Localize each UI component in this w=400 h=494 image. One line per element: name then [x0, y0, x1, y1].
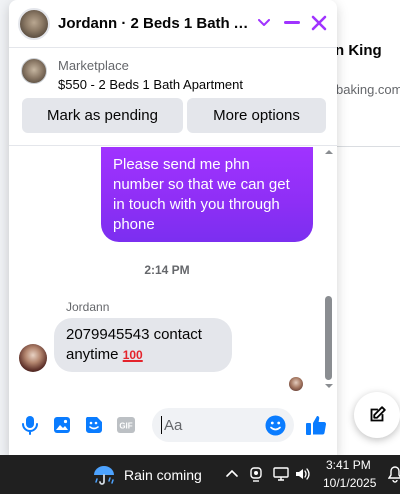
scroll-up-icon[interactable]	[325, 148, 333, 156]
listing-avatar[interactable]	[18, 8, 50, 40]
volume-icon[interactable]	[294, 465, 312, 483]
svg-text:GIF: GIF	[119, 422, 132, 431]
notification-bell-icon[interactable]	[388, 465, 400, 483]
close-chat-button[interactable]	[309, 13, 329, 33]
message-timestamp: 2:14 PM	[144, 263, 190, 277]
sender-avatar[interactable]	[19, 344, 47, 372]
listing-thumbnail[interactable]	[21, 58, 47, 84]
listing-title[interactable]: $550 - 2 Beds 1 Bath Apartment	[58, 77, 243, 92]
site-fragment: baking.com	[336, 82, 400, 97]
gif-icon[interactable]: GIF	[115, 414, 137, 436]
minimize-icon	[284, 21, 300, 24]
listing-banner: Marketplace $550 - 2 Beds 1 Bath Apartme…	[9, 48, 337, 146]
chat-window: Jordann · 2 Beds 1 Bath Apartment Market…	[9, 0, 337, 455]
composer: GIF Aa	[9, 400, 337, 450]
clock-time[interactable]: 3:41 PM	[326, 458, 371, 472]
minimize-button[interactable]	[282, 13, 302, 33]
chevron-up-icon[interactable]	[223, 465, 241, 483]
chat-header[interactable]: Jordann · 2 Beds 1 Bath Apartment	[9, 0, 337, 48]
scrollbar[interactable]	[323, 146, 335, 394]
sticker-icon[interactable]	[83, 414, 105, 436]
new-message-button[interactable]	[354, 392, 400, 438]
taskbar: Rain coming 3:41 PM 10/1/2025	[0, 455, 400, 494]
hundred-points-emoji: 100	[122, 348, 143, 362]
divider	[332, 146, 400, 147]
scrollbar-thumb[interactable]	[325, 296, 332, 380]
compose-icon	[370, 406, 386, 422]
chat-title[interactable]: Jordann · 2 Beds 1 Bath Apartment	[58, 15, 253, 32]
outgoing-message[interactable]: Please send me phn number so that we can…	[101, 147, 313, 242]
webcam-icon[interactable]	[247, 465, 265, 483]
text-cursor	[161, 416, 162, 434]
message-list[interactable]: Please send me phn number so that we can…	[9, 146, 337, 394]
emoji-icon[interactable]	[264, 414, 286, 436]
photo-icon[interactable]	[51, 414, 73, 436]
microphone-icon[interactable]	[19, 414, 41, 436]
seen-indicator-avatar	[289, 377, 303, 391]
more-options-button[interactable]: More options	[187, 98, 326, 133]
mark-as-pending-button[interactable]: Mark as pending	[22, 98, 183, 133]
sender-name: Jordann	[66, 300, 110, 314]
close-icon	[311, 15, 327, 31]
network-icon[interactable]	[272, 465, 290, 483]
chevron-down-icon[interactable]	[256, 13, 272, 33]
marketplace-label: Marketplace	[58, 58, 129, 73]
seller-name-fragment: n King	[335, 42, 382, 59]
scroll-down-icon[interactable]	[325, 382, 333, 390]
weather-status[interactable]: Rain coming	[124, 467, 202, 483]
message-input-placeholder: Aa	[164, 417, 183, 434]
umbrella-rain-icon[interactable]	[92, 463, 116, 487]
clock-date[interactable]: 10/1/2025	[323, 476, 376, 490]
incoming-message[interactable]: 2079945543 contact anytime 100	[54, 318, 232, 372]
thumbs-up-icon[interactable]	[305, 414, 327, 436]
